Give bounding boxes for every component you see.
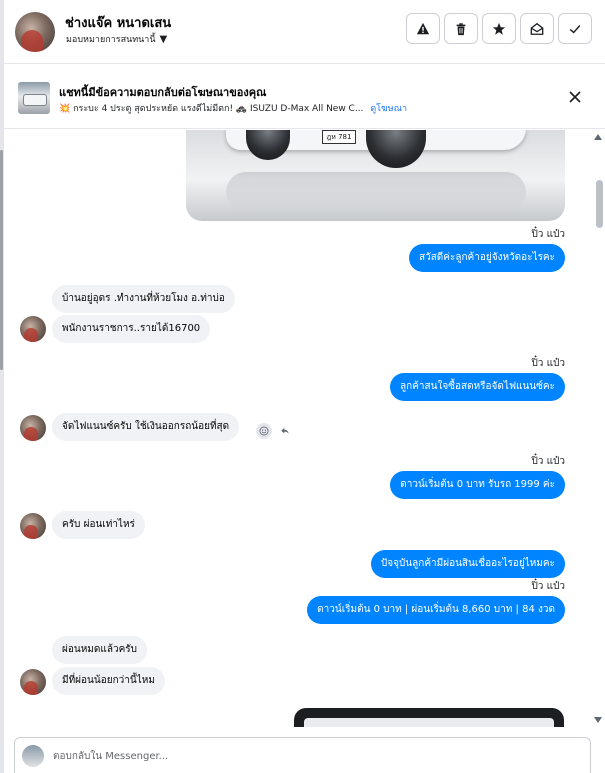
- page-avatar: [22, 745, 44, 767]
- message-thread[interactable]: ฎห 781 ปิ๋ว แป๋ว สวัสดีค่ะลูกค้าอยู่จังห…: [4, 130, 605, 727]
- ad-description-row: 💥 กระบะ 4 ประตู สุดประหยัด แรงดีไม่มีตก!…: [59, 101, 407, 115]
- mark-unread-button[interactable]: [520, 13, 554, 44]
- left-scrollbar-thumb[interactable]: [0, 150, 3, 370]
- scroll-up-arrow-icon[interactable]: [594, 134, 602, 140]
- contact-name[interactable]: ช่างแจ๊ค หนาดเสน: [65, 12, 171, 33]
- outgoing-message[interactable]: สวัสดีค่ะลูกค้าอยู่จังหวัดอะไรคะ: [408, 244, 565, 272]
- conversation-actions: [406, 13, 592, 44]
- incoming-message[interactable]: บ้านอยู่อุดร .ทำงานที่ห้วยโมง อ.ท่าบ่อ: [52, 285, 235, 313]
- assign-conversation-dropdown[interactable]: มอบหมายการสนทนานี้ ▼: [66, 32, 167, 46]
- car-wheel: [246, 130, 290, 160]
- delete-button[interactable]: [444, 13, 478, 44]
- thread-scrollbar[interactable]: [593, 130, 605, 727]
- outgoing-message[interactable]: ลูกค้าสนใจซื้อสดหรือจัดไฟแนนซ์คะ: [390, 373, 565, 401]
- incoming-message[interactable]: พนักงานราชการ..รายได้16700: [52, 315, 211, 343]
- sender-name: ปิ๋ว แป๋ว: [531, 358, 565, 369]
- report-button[interactable]: [406, 13, 440, 44]
- incoming-message[interactable]: มีที่ผ่อนน้อยกว่านี้ไหม: [52, 667, 165, 695]
- trash-icon: [456, 22, 466, 35]
- sender-name: ปิ๋ว แป๋ว: [531, 456, 565, 467]
- reply-arrow-icon: [281, 427, 289, 435]
- attachment-preview[interactable]: [294, 708, 564, 727]
- license-plate: ฎห 781: [322, 130, 356, 144]
- contact-avatar-small[interactable]: [20, 669, 46, 695]
- envelope-open-icon: [530, 22, 544, 35]
- check-icon: [569, 24, 581, 33]
- star-icon: [492, 22, 506, 35]
- ad-thumbnail[interactable]: [18, 82, 50, 114]
- reply-composer: [14, 737, 591, 773]
- sender-name: ปิ๋ว แป๋ว: [531, 581, 565, 592]
- assign-label: มอบหมายการสนทนานี้: [66, 35, 156, 45]
- conversation-header: ช่างแจ๊ค หนาดเสน มอบหมายการสนทนานี้ ▼: [4, 0, 605, 64]
- incoming-message[interactable]: ครับ ผ่อนเท่าไหร่: [52, 511, 145, 539]
- star-button[interactable]: [482, 13, 516, 44]
- scroll-down-arrow-icon[interactable]: [594, 717, 602, 723]
- ad-description: 💥 กระบะ 4 ประตู สุดประหยัด แรงดีไม่มีตก!…: [59, 104, 364, 114]
- chevron-down-icon: ▼: [159, 33, 168, 45]
- ad-banner-title: แชทนี้มีข้อความตอบกลับต่อโฆษณาของคุณ: [59, 86, 267, 99]
- outgoing-message[interactable]: ดาวน์เริ่มต้น 0 บาท | ผ่อนเริ่มต้น 8,660…: [307, 596, 565, 624]
- incoming-message[interactable]: ผ่อนหมดแล้วครับ: [52, 636, 147, 664]
- contact-avatar-small[interactable]: [20, 316, 46, 342]
- contact-avatar-small[interactable]: [20, 513, 46, 539]
- react-button[interactable]: [256, 423, 272, 439]
- incoming-message[interactable]: จัดไฟแนนซ์ครับ ใช้เงินออกรถน้อยที่สุด: [52, 413, 240, 441]
- view-ad-link[interactable]: ดูโฆษณา: [370, 104, 407, 114]
- outgoing-message[interactable]: ปัจจุบันลูกค้ามีผ่อนสินเชื่ออะไรอยู่ไหมค…: [370, 550, 565, 578]
- done-button[interactable]: [558, 13, 592, 44]
- sender-name: ปิ๋ว แป๋ว: [531, 229, 565, 240]
- smiley-icon: [259, 426, 269, 436]
- contact-avatar-small[interactable]: [20, 415, 46, 441]
- scrollbar-thumb[interactable]: [596, 180, 603, 228]
- ad-reply-banner: แชทนี้มีข้อความตอบกลับต่อโฆษณาของคุณ 💥 ก…: [4, 65, 605, 129]
- car-image-message[interactable]: ฎห 781: [186, 130, 565, 221]
- floor-reflection: [226, 172, 526, 212]
- contact-avatar[interactable]: [15, 12, 55, 52]
- car-wheel: [366, 130, 426, 168]
- close-icon[interactable]: [567, 89, 583, 105]
- message-hover-actions: [256, 423, 293, 439]
- reply-button[interactable]: [277, 423, 293, 439]
- outgoing-message[interactable]: ดาวน์เริ่มต้น 0 บาท รับรถ 1999 ค่ะ: [390, 471, 565, 499]
- reply-input[interactable]: [53, 746, 573, 766]
- warning-icon: [416, 22, 430, 34]
